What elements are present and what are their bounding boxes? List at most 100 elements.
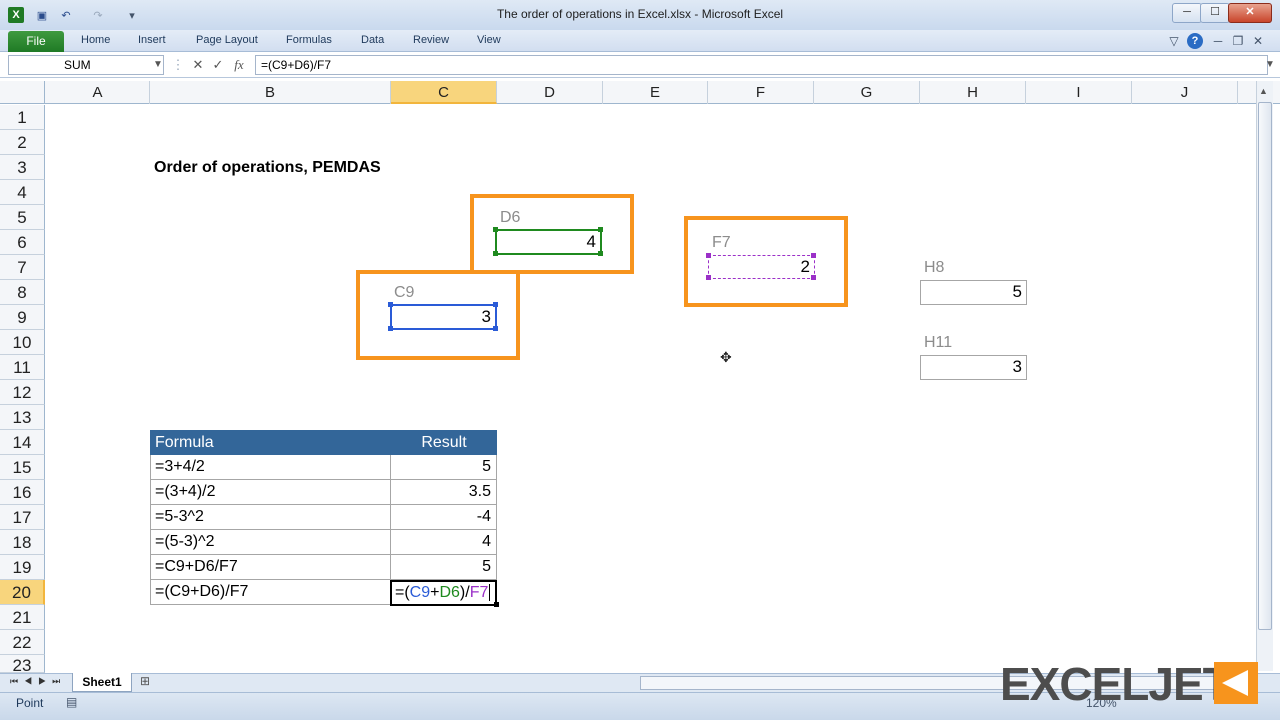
row-header-6[interactable]: 6 bbox=[0, 230, 45, 255]
row-header-12[interactable]: 12 bbox=[0, 380, 45, 405]
tab-page-layout[interactable]: Page Layout bbox=[196, 34, 258, 46]
f7-ref-handle[interactable] bbox=[811, 253, 816, 258]
tab-view[interactable]: View bbox=[477, 34, 501, 46]
row-header-15[interactable]: 15 bbox=[0, 455, 45, 480]
table-formula-cell[interactable]: =5-3^2 bbox=[150, 505, 391, 530]
close-button[interactable]: ✕ bbox=[1228, 3, 1272, 23]
fill-handle[interactable] bbox=[494, 602, 499, 607]
workbook-minimize-icon[interactable]: ─ bbox=[1210, 33, 1226, 49]
row-header-20[interactable]: 20 bbox=[0, 580, 45, 605]
row-header-10[interactable]: 10 bbox=[0, 330, 45, 355]
row-header-17[interactable]: 17 bbox=[0, 505, 45, 530]
active-cell-editor[interactable]: =(C9+D6)/F7 bbox=[390, 580, 497, 606]
row-header-14[interactable]: 14 bbox=[0, 430, 45, 455]
text-caret bbox=[489, 584, 491, 601]
vertical-scroll-thumb[interactable] bbox=[1258, 102, 1272, 630]
row-header-16[interactable]: 16 bbox=[0, 480, 45, 505]
d6-ref-handle[interactable] bbox=[598, 251, 603, 256]
workbook-restore-icon[interactable]: ❐ bbox=[1230, 33, 1246, 49]
name-box-dropdown-icon[interactable]: ▼ bbox=[150, 56, 166, 74]
column-header-d[interactable]: D bbox=[497, 81, 603, 104]
tab-data[interactable]: Data bbox=[361, 34, 384, 46]
formula-input[interactable]: =(C9+D6)/F7 bbox=[255, 55, 1268, 75]
scroll-up-icon[interactable]: ▲ bbox=[1259, 86, 1268, 96]
row-header-9[interactable]: 9 bbox=[0, 305, 45, 330]
enter-entry-icon[interactable]: ✓ bbox=[210, 56, 226, 74]
table-result-cell[interactable]: 3.5 bbox=[391, 480, 497, 505]
tab-insert[interactable]: Insert bbox=[138, 34, 166, 46]
formula-part: D6 bbox=[439, 584, 460, 601]
h11-cell[interactable]: 3 bbox=[920, 355, 1027, 380]
row-header-7[interactable]: 7 bbox=[0, 255, 45, 280]
tab-formulas[interactable]: Formulas bbox=[286, 34, 332, 46]
insert-sheet-icon[interactable]: ⊞ bbox=[140, 674, 150, 688]
expand-formula-bar-icon[interactable]: ▼ bbox=[1262, 56, 1278, 74]
table-formula-cell[interactable]: =(5-3)^2 bbox=[150, 530, 391, 555]
row-header-19[interactable]: 19 bbox=[0, 555, 45, 580]
column-header-f[interactable]: F bbox=[708, 81, 814, 104]
column-header-g[interactable]: G bbox=[814, 81, 920, 104]
f7-ref-handle[interactable] bbox=[811, 275, 816, 280]
table-header-formula: Formula bbox=[150, 430, 391, 455]
table-result-cell[interactable]: -4 bbox=[391, 505, 497, 530]
name-box-value: SUM bbox=[64, 58, 91, 72]
tab-review[interactable]: Review bbox=[413, 34, 449, 46]
d6-ref-handle[interactable] bbox=[493, 251, 498, 256]
formula-part: F7 bbox=[469, 584, 489, 601]
row-header-18[interactable]: 18 bbox=[0, 530, 45, 555]
row-header-1[interactable]: 1 bbox=[0, 105, 45, 130]
ribbon-collapse-icon[interactable]: ▽ bbox=[1166, 33, 1182, 49]
c9-ref-handle[interactable] bbox=[388, 302, 393, 307]
row-header-13[interactable]: 13 bbox=[0, 405, 45, 430]
d6-ref-handle[interactable] bbox=[598, 227, 603, 232]
minimize-button[interactable]: ─ bbox=[1172, 3, 1202, 23]
cancel-entry-icon[interactable]: ✕ bbox=[190, 56, 206, 74]
column-header-j[interactable]: J bbox=[1132, 81, 1238, 104]
workbook-close-icon[interactable]: ✕ bbox=[1250, 33, 1266, 49]
column-header-i[interactable]: I bbox=[1026, 81, 1132, 104]
row-header-3[interactable]: 3 bbox=[0, 155, 45, 180]
column-header-h[interactable]: H bbox=[920, 81, 1026, 104]
insert-function-icon[interactable]: fx bbox=[231, 56, 247, 74]
table-result-cell[interactable]: 5 bbox=[391, 555, 497, 580]
h8-cell[interactable]: 5 bbox=[920, 280, 1027, 305]
status-mode: Point bbox=[16, 696, 44, 710]
table-formula-cell[interactable]: =(C9+D6)/F7 bbox=[150, 580, 391, 605]
macro-record-icon[interactable]: ▤ bbox=[66, 695, 77, 709]
c9-cell[interactable]: 3 bbox=[390, 304, 497, 330]
help-icon[interactable]: ? bbox=[1187, 33, 1203, 49]
row-header-22[interactable]: 22 bbox=[0, 630, 45, 655]
row-header-5[interactable]: 5 bbox=[0, 205, 45, 230]
tab-home[interactable]: Home bbox=[81, 34, 110, 46]
mouse-cursor-icon: ✥ bbox=[720, 349, 732, 365]
table-formula-cell[interactable]: =C9+D6/F7 bbox=[150, 555, 391, 580]
row-header-21[interactable]: 21 bbox=[0, 605, 45, 630]
table-result-cell[interactable]: 4 bbox=[391, 530, 497, 555]
maximize-button[interactable]: ☐ bbox=[1200, 3, 1230, 23]
sheet-nav-icons[interactable]: ⏮◀▶⏭ bbox=[10, 676, 66, 687]
row-header-8[interactable]: 8 bbox=[0, 280, 45, 305]
column-header-c[interactable]: C bbox=[391, 81, 497, 104]
file-tab[interactable]: File bbox=[8, 31, 64, 52]
c9-ref-handle[interactable] bbox=[493, 302, 498, 307]
exceljet-logo: EXCELJET bbox=[1000, 656, 1262, 712]
f7-ref-handle[interactable] bbox=[706, 275, 711, 280]
table-result-cell[interactable]: 5 bbox=[391, 455, 497, 480]
row-header-4[interactable]: 4 bbox=[0, 180, 45, 205]
sheet-tab-sheet1[interactable]: Sheet1 bbox=[72, 673, 132, 692]
c9-ref-handle[interactable] bbox=[493, 326, 498, 331]
table-formula-cell[interactable]: =3+4/2 bbox=[150, 455, 391, 480]
f7-cell[interactable]: 2 bbox=[708, 255, 815, 279]
row-header-2[interactable]: 2 bbox=[0, 130, 45, 155]
row-header-23[interactable]: 23 bbox=[0, 655, 45, 673]
d6-ref-handle[interactable] bbox=[493, 227, 498, 232]
column-header-a[interactable]: A bbox=[46, 81, 150, 104]
column-header-e[interactable]: E bbox=[603, 81, 708, 104]
row-header-11[interactable]: 11 bbox=[0, 355, 45, 380]
f7-ref-handle[interactable] bbox=[706, 253, 711, 258]
c9-ref-handle[interactable] bbox=[388, 326, 393, 331]
column-header-b[interactable]: B bbox=[150, 81, 391, 104]
table-formula-cell[interactable]: =(3+4)/2 bbox=[150, 480, 391, 505]
d6-cell[interactable]: 4 bbox=[495, 229, 602, 255]
select-all-button[interactable] bbox=[0, 81, 45, 104]
